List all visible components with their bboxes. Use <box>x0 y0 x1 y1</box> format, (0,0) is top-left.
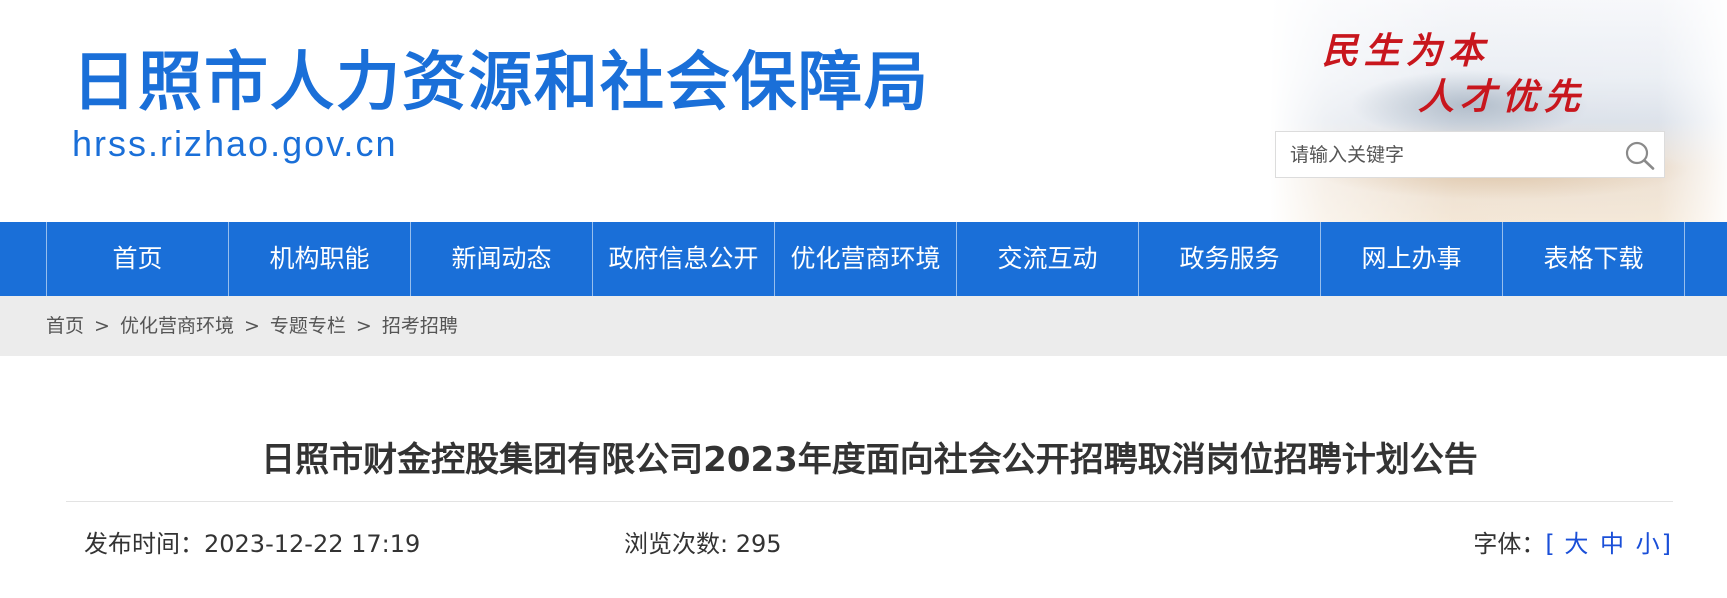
breadcrumb-business-env[interactable]: 优化营商环境 <box>120 315 234 337</box>
breadcrumb-special-topics[interactable]: 专题专栏 <box>270 315 346 337</box>
font-bracket-close: ] <box>1661 530 1671 558</box>
breadcrumb-recruitment[interactable]: 招考招聘 <box>382 315 458 337</box>
breadcrumb-home[interactable]: 首页 <box>46 315 84 337</box>
publish-time-label: 发布时间： <box>84 530 204 558</box>
search-icon[interactable] <box>1624 140 1656 170</box>
site-title[interactable]: 日照市人力资源和社会保障局 <box>72 48 930 119</box>
search-input[interactable] <box>1290 132 1610 177</box>
breadcrumb-separator: > <box>94 315 110 337</box>
site-domain: hrss.rizhao.gov.cn <box>72 123 398 164</box>
breadcrumb-separator: > <box>243 315 260 337</box>
publish-time-value: 2023-12-22 17:19 <box>204 530 421 558</box>
font-size-switcher: 字体：[ 大 中 小] <box>1473 524 1671 559</box>
view-count-value: 295 <box>735 530 782 558</box>
nav-item-form-downloads[interactable]: 表格下载 <box>1503 222 1685 296</box>
title-divider <box>66 501 1673 502</box>
font-size-small[interactable]: 小 <box>1636 530 1660 558</box>
site-header: 日照市人力资源和社会保障局 hrss.rizhao.gov.cn 民生为本 人才… <box>0 0 1727 222</box>
nav-item-online-services[interactable]: 网上办事 <box>1321 222 1503 296</box>
main-nav-list: 首页 机构职能 新闻动态 政府信息公开 优化营商环境 交流互动 政务服务 网上办… <box>46 222 1685 296</box>
search-box <box>1275 131 1665 178</box>
slogan-line-1: 民生为本 <box>1322 30 1491 72</box>
nav-item-business-env[interactable]: 优化营商环境 <box>775 222 957 296</box>
font-size-large[interactable]: 大 <box>1564 530 1588 558</box>
nav-item-organization[interactable]: 机构职能 <box>229 222 411 296</box>
view-count-label: 浏览次数: <box>624 530 736 558</box>
breadcrumb-separator: > <box>355 315 372 337</box>
font-bracket-open: [ <box>1545 530 1555 558</box>
breadcrumb: 首页 > 优化营商环境 > 专题专栏 > 招考招聘 <box>0 296 1727 356</box>
article-title: 日照市财金控股集团有限公司2023年度面向社会公开招聘取消岗位招聘计划公告 <box>261 440 1478 480</box>
slogan-line-2: 人才优先 <box>1418 76 1587 118</box>
publish-time: 发布时间：2023-12-22 17:19 <box>84 524 420 559</box>
nav-item-interaction[interactable]: 交流互动 <box>957 222 1139 296</box>
font-size-label: 字体： <box>1473 530 1546 558</box>
nav-item-home[interactable]: 首页 <box>47 222 229 296</box>
nav-item-news[interactable]: 新闻动态 <box>411 222 593 296</box>
main-nav: 首页 机构职能 新闻动态 政府信息公开 优化营商环境 交流互动 政务服务 网上办… <box>0 222 1727 296</box>
font-size-medium[interactable]: 中 <box>1600 530 1624 558</box>
nav-item-gov-services[interactable]: 政务服务 <box>1139 222 1321 296</box>
view-count: 浏览次数: 295 <box>624 524 782 559</box>
nav-item-gov-info[interactable]: 政府信息公开 <box>593 222 775 296</box>
